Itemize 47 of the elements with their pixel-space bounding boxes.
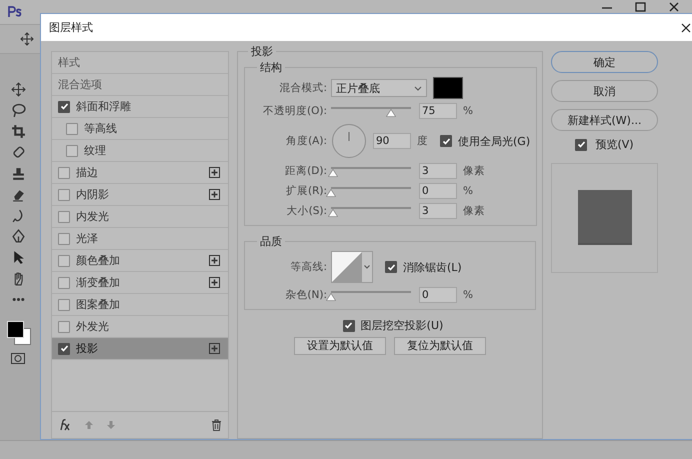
- input-field[interactable]: 3: [419, 163, 457, 179]
- input-field[interactable]: 0: [419, 287, 457, 303]
- style-list-item[interactable]: 斜面和浮雕: [52, 96, 228, 118]
- field-label: 大小(S):: [286, 204, 327, 218]
- checkbox-label: 图层挖空投影(U): [360, 318, 444, 333]
- field-label: 扩展(R):: [284, 184, 327, 198]
- group-title: 投影: [248, 44, 276, 59]
- input-field[interactable]: 75: [419, 103, 457, 119]
- unit-label: 度: [417, 134, 428, 148]
- blend-mode-dropdown[interactable]: 正片叠底: [331, 79, 427, 97]
- dialog-button[interactable]: 新建样式(W)...: [551, 109, 658, 131]
- style-list-item[interactable]: 投影: [52, 338, 228, 360]
- style-list-item[interactable]: 内发光: [52, 206, 228, 228]
- dialog-button[interactable]: 取消: [551, 80, 658, 102]
- unit-label: 像素: [463, 164, 485, 178]
- unit-label: %: [463, 289, 473, 301]
- input-field[interactable]: 90: [373, 133, 411, 149]
- field-label: 杂色(N):: [284, 288, 327, 302]
- style-list-item[interactable]: 光泽: [52, 228, 228, 250]
- checkbox-label: 消除锯齿(L): [403, 260, 462, 274]
- style-list-item[interactable]: 等高线: [52, 118, 228, 140]
- field-label: 等高线:: [289, 260, 327, 274]
- style-list-item[interactable]: 内阴影: [52, 184, 228, 206]
- unit-label: %: [463, 105, 473, 117]
- checkbox-label: 预览(V): [595, 137, 634, 152]
- field-label: 角度(A):: [285, 134, 327, 148]
- field-label: 距离(D):: [284, 164, 327, 178]
- group-title: 品质: [259, 234, 283, 249]
- style-list-item[interactable]: 混合选项: [52, 74, 228, 96]
- dialog-title: 图层样式: [49, 20, 94, 35]
- group-title: 结构: [259, 60, 283, 75]
- style-list-item[interactable]: 图案叠加: [52, 294, 228, 316]
- unit-label: %: [463, 185, 473, 197]
- unit-label: 像素: [463, 204, 485, 218]
- field-label: 混合模式:: [278, 81, 327, 95]
- dialog-button[interactable]: 确定: [551, 51, 658, 73]
- style-list-item[interactable]: 渐变叠加: [52, 272, 228, 294]
- style-list-item[interactable]: 纹理: [52, 140, 228, 162]
- style-list-item[interactable]: 样式: [52, 52, 228, 74]
- default-button[interactable]: 复位为默认值: [394, 337, 486, 355]
- field-label: 不透明度(O):: [262, 104, 327, 118]
- default-button[interactable]: 设置为默认值: [294, 337, 386, 355]
- input-field[interactable]: 0: [419, 183, 457, 199]
- style-list-item[interactable]: 颜色叠加: [52, 250, 228, 272]
- input-field[interactable]: 3: [419, 203, 457, 219]
- style-list-item[interactable]: 描边: [52, 162, 228, 184]
- checkbox-label: 使用全局光(G): [458, 134, 530, 148]
